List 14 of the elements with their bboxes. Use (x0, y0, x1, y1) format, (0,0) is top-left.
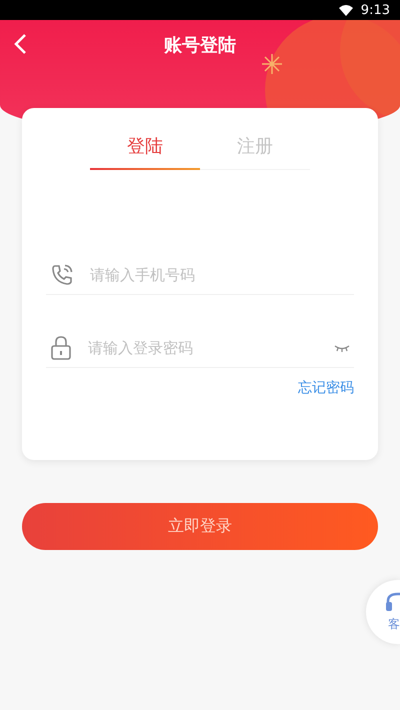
clock-time: 9:13 (360, 2, 390, 18)
lock-icon (50, 335, 72, 361)
forgot-password-link[interactable]: 忘记密码 (298, 379, 354, 397)
service-label: 客 (388, 616, 400, 633)
phone-field[interactable]: 请输入手机号码 (88, 265, 350, 285)
password-field[interactable]: 请输入登录密码 (86, 338, 320, 358)
phone-icon (50, 263, 74, 287)
login-button[interactable]: 立即登录 (22, 503, 378, 550)
page-title: 账号登陆 (164, 34, 236, 57)
wifi-icon (338, 4, 353, 16)
customer-service-button[interactable]: 客 (366, 580, 400, 644)
eye-closed-icon[interactable] (334, 344, 350, 352)
headset-icon (386, 592, 400, 612)
tab[interactable]: 注册 (200, 124, 310, 170)
